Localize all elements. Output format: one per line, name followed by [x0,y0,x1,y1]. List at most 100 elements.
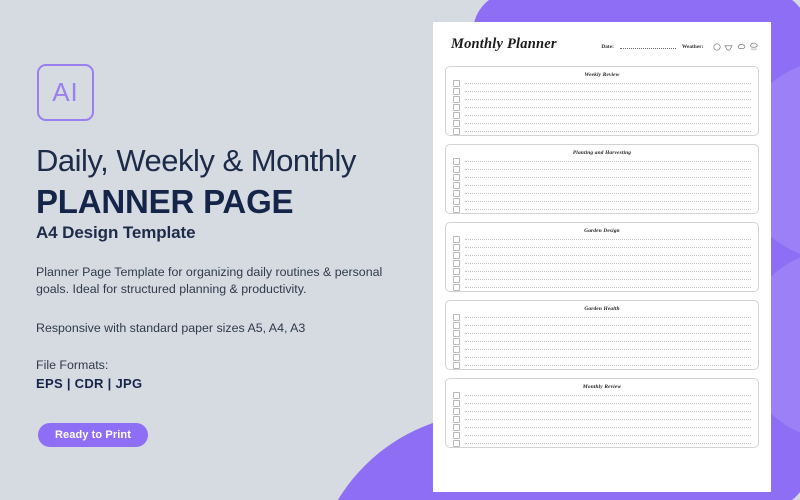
checklist-row [453,353,751,361]
planner-section: Planting and Harvesting [445,144,759,214]
section-title: Garden Design [584,228,620,234]
write-in-line[interactable] [465,332,751,334]
write-in-line[interactable] [465,324,751,326]
write-in-line[interactable] [465,348,751,350]
checklist-row [453,313,751,321]
cloud-icon[interactable] [724,43,733,51]
checkbox[interactable] [453,235,460,243]
write-in-line[interactable] [465,316,751,318]
write-in-line[interactable] [465,238,751,240]
checkbox[interactable] [453,353,460,361]
planner-section: Garden Health [445,300,759,370]
checklist-row [453,345,751,353]
write-in-line[interactable] [465,114,751,116]
checklist-row [453,259,751,267]
write-in-line[interactable] [465,106,751,108]
write-in-line[interactable] [465,434,751,436]
weather-icon-group [712,42,760,51]
ready-to-print-button[interactable]: Ready to Print [38,423,148,447]
checkbox[interactable] [453,407,460,415]
write-in-line[interactable] [465,208,751,210]
checkbox[interactable] [453,259,460,267]
checkbox[interactable] [453,345,460,353]
checkbox[interactable] [453,79,460,87]
section-rows [453,79,751,135]
checklist-row [453,173,751,181]
write-in-line[interactable] [465,90,751,92]
write-in-line[interactable] [465,98,751,100]
checkbox[interactable] [453,87,460,95]
checkbox[interactable] [453,423,460,431]
write-in-line[interactable] [465,176,751,178]
checkbox[interactable] [453,119,460,127]
checkbox[interactable] [453,439,460,447]
checkbox[interactable] [453,337,460,345]
write-in-line[interactable] [465,410,751,412]
checklist-row [453,431,751,439]
checkbox[interactable] [453,399,460,407]
write-in-line[interactable] [465,364,751,366]
checkbox[interactable] [453,313,460,321]
date-input-line[interactable] [619,47,676,49]
date-label: Date: [601,43,614,50]
checkbox[interactable] [453,157,460,165]
cloud-icon[interactable] [737,43,746,51]
checkbox[interactable] [453,165,460,173]
screenshot-stage: AI Daily, Weekly & Monthly PLANNER PAGE … [0,0,800,500]
checkbox[interactable] [453,415,460,423]
write-in-line[interactable] [465,270,751,272]
checklist-row [453,329,751,337]
write-in-line[interactable] [465,418,751,420]
checkbox[interactable] [453,267,460,275]
checklist-row [453,127,751,135]
write-in-line[interactable] [465,200,751,202]
write-in-line[interactable] [465,356,751,358]
rain-cloud-icon[interactable] [749,42,759,51]
planner-title: Monthly Planner [451,36,557,52]
write-in-line[interactable] [465,184,751,186]
checklist-row [453,275,751,283]
checkbox[interactable] [453,103,460,111]
checkbox[interactable] [453,243,460,251]
checkbox[interactable] [453,127,460,135]
checkbox[interactable] [453,205,460,213]
checklist-row [453,103,751,111]
write-in-line[interactable] [465,130,751,132]
write-in-line[interactable] [465,286,751,288]
write-in-line[interactable] [465,168,751,170]
section-title: Weekly Review [584,72,620,78]
checklist-row [453,337,751,345]
write-in-line[interactable] [465,246,751,248]
checkbox[interactable] [453,321,460,329]
checkbox[interactable] [453,361,460,369]
write-in-line[interactable] [465,160,751,162]
description-text: Planner Page Template for organizing dai… [36,265,383,296]
checkbox[interactable] [453,391,460,399]
ai-badge-label: AI [52,76,79,107]
checkbox[interactable] [453,431,460,439]
write-in-line[interactable] [465,254,751,256]
checkbox[interactable] [453,111,460,119]
checkbox[interactable] [453,197,460,205]
write-in-line[interactable] [465,122,751,124]
checkbox[interactable] [453,95,460,103]
checklist-row [453,423,751,431]
write-in-line[interactable] [465,442,751,444]
write-in-line[interactable] [465,394,751,396]
checklist-row [453,243,751,251]
write-in-line[interactable] [465,340,751,342]
checkbox[interactable] [453,329,460,337]
sun-icon[interactable] [712,42,721,51]
write-in-line[interactable] [465,262,751,264]
write-in-line[interactable] [465,426,751,428]
checkbox[interactable] [453,173,460,181]
checkbox[interactable] [453,251,460,259]
checkbox[interactable] [453,283,460,291]
write-in-line[interactable] [465,192,751,194]
write-in-line[interactable] [465,402,751,404]
checkbox[interactable] [453,181,460,189]
write-in-line[interactable] [465,82,751,84]
write-in-line[interactable] [465,278,751,280]
checkbox[interactable] [453,275,460,283]
checkbox[interactable] [453,189,460,197]
